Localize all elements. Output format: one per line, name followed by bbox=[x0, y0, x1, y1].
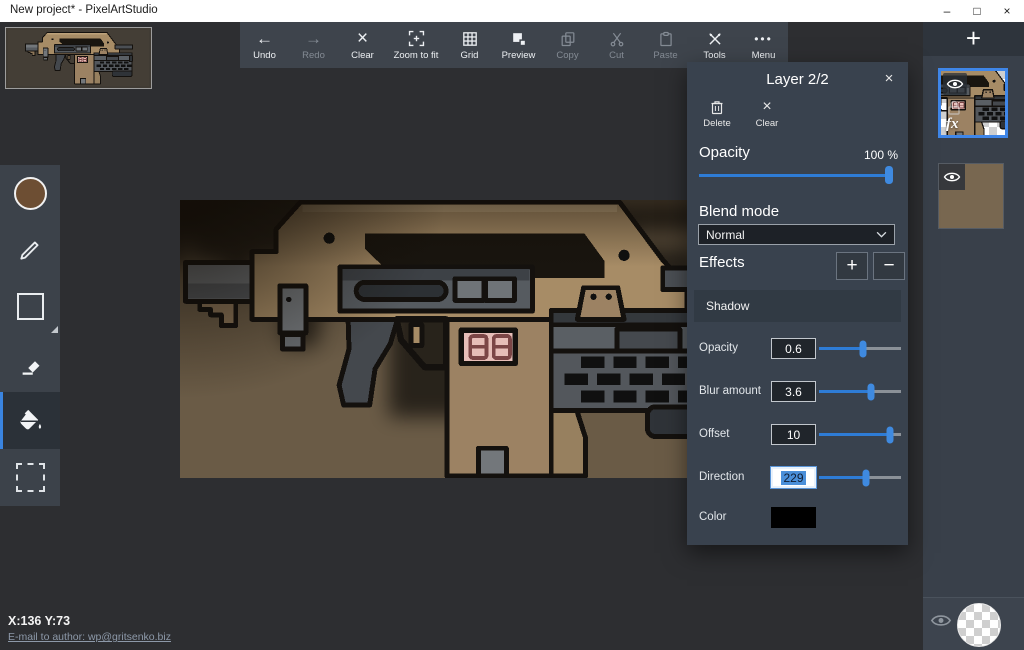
minimize-button[interactable]: – bbox=[932, 0, 962, 22]
tool-palette bbox=[0, 165, 60, 506]
effect-direction-slider[interactable] bbox=[819, 467, 901, 488]
copy-icon bbox=[560, 30, 576, 48]
author-email-link[interactable]: E-mail to author: wp@gritsenko.biz bbox=[8, 631, 171, 643]
remove-effect-button[interactable]: − bbox=[873, 252, 905, 280]
effect-opacity-input[interactable]: 0.6 bbox=[771, 338, 816, 359]
layer-effects-badge[interactable]: fx bbox=[946, 116, 959, 133]
effect-offset-slider[interactable] bbox=[819, 424, 901, 445]
menu-icon: ••• bbox=[754, 30, 773, 48]
current-color-swatch bbox=[14, 177, 47, 210]
close-button[interactable]: × bbox=[992, 0, 1022, 22]
blend-mode-label: Blend mode bbox=[699, 203, 779, 220]
cut-button[interactable]: Cut bbox=[592, 22, 641, 68]
add-layer-button[interactable]: + bbox=[923, 22, 1024, 56]
window-title: New project* - PixelArtStudio bbox=[10, 4, 158, 16]
undo-button[interactable]: ← Undo bbox=[240, 22, 289, 68]
selection-tool[interactable] bbox=[0, 449, 60, 506]
pencil-tool[interactable] bbox=[0, 222, 60, 279]
slider-knob[interactable] bbox=[887, 426, 894, 443]
layer-properties-panel: Layer 2/2 × Delete × Clear Opacity 100 %… bbox=[687, 62, 908, 545]
clear-layer-button[interactable]: × Clear bbox=[745, 99, 789, 129]
effect-direction-label: Direction bbox=[699, 471, 744, 483]
app-window: New project* - PixelArtStudio – □ × ← Un… bbox=[0, 0, 1024, 650]
eraser-tool[interactable] bbox=[0, 335, 60, 392]
copy-button[interactable]: Copy bbox=[543, 22, 592, 68]
effect-color-swatch[interactable] bbox=[771, 507, 816, 528]
rectangle-icon bbox=[17, 293, 44, 320]
layer-thumbnail-background[interactable] bbox=[938, 163, 1004, 229]
effect-blur-slider[interactable] bbox=[819, 381, 901, 402]
preview-icon bbox=[511, 30, 527, 48]
preview-button[interactable]: Preview bbox=[494, 22, 543, 68]
eraser-icon bbox=[17, 350, 44, 377]
effect-offset-label: Offset bbox=[699, 428, 729, 440]
layer-opacity-slider[interactable] bbox=[699, 168, 889, 182]
pencil-icon bbox=[17, 237, 43, 263]
redo-button[interactable]: → Redo bbox=[289, 22, 338, 68]
paste-icon bbox=[658, 30, 674, 48]
redo-icon: → bbox=[305, 30, 322, 48]
zoom-to-fit-button[interactable]: Zoom to fit bbox=[387, 22, 445, 68]
eye-icon bbox=[930, 612, 952, 629]
selected-text: 229 bbox=[781, 471, 805, 485]
selection-marquee-icon bbox=[16, 463, 45, 492]
effects-label: Effects bbox=[699, 254, 745, 271]
fill-tool[interactable] bbox=[0, 392, 60, 449]
layer-opacity-label: Opacity bbox=[699, 144, 750, 161]
blend-mode-value: Normal bbox=[706, 228, 745, 242]
layers-sidebar: + fx bbox=[923, 22, 1024, 650]
panel-close-button[interactable]: × bbox=[879, 69, 899, 89]
grid-icon bbox=[462, 30, 478, 48]
tools-icon bbox=[707, 30, 723, 48]
slider-knob[interactable] bbox=[860, 340, 867, 357]
trash-icon bbox=[709, 99, 725, 115]
fill-bucket-icon bbox=[16, 407, 44, 435]
layer-opacity-value: 100 % bbox=[864, 148, 898, 162]
artwork-preview bbox=[5, 27, 152, 89]
layer-visibility-toggle[interactable] bbox=[943, 73, 967, 95]
chevron-down-icon bbox=[876, 231, 887, 238]
eye-icon bbox=[943, 170, 961, 184]
grid-button[interactable]: Grid bbox=[445, 22, 494, 68]
eye-icon bbox=[946, 77, 964, 91]
clear-layer-icon: × bbox=[762, 99, 771, 115]
cursor-coordinates: X:136 Y:73 bbox=[8, 614, 70, 628]
current-color-tool[interactable] bbox=[0, 165, 60, 222]
slider-knob[interactable] bbox=[867, 383, 874, 400]
effect-color-label: Color bbox=[699, 511, 726, 523]
slider-knob[interactable] bbox=[885, 166, 893, 184]
layer-lock-toggle[interactable] bbox=[945, 99, 963, 117]
layer-panel-title: Layer 2/2 bbox=[687, 71, 908, 88]
title-bar: New project* - PixelArtStudio – □ × bbox=[0, 0, 1024, 22]
clear-icon: × bbox=[357, 30, 368, 48]
artwork-preview-image bbox=[8, 30, 149, 86]
rectangle-tool[interactable] bbox=[0, 279, 60, 336]
slider-knob[interactable] bbox=[862, 469, 869, 486]
paste-button[interactable]: Paste bbox=[641, 22, 690, 68]
lock-icon bbox=[946, 100, 962, 116]
blend-mode-dropdown[interactable]: Normal bbox=[698, 224, 895, 245]
background-layer-section bbox=[923, 597, 1024, 650]
drawing-canvas[interactable] bbox=[180, 200, 687, 478]
pixel-art-rifle bbox=[180, 200, 687, 478]
layer-visibility-toggle[interactable] bbox=[939, 164, 965, 190]
effect-list-item-shadow[interactable]: Shadow bbox=[694, 290, 901, 322]
effect-opacity-label: Opacity bbox=[699, 342, 738, 354]
background-color-thumbnail[interactable] bbox=[957, 603, 1001, 647]
background-visibility-toggle[interactable] bbox=[930, 612, 954, 630]
effect-direction-input[interactable]: 229 bbox=[771, 467, 816, 488]
zoom-to-fit-icon bbox=[408, 30, 425, 48]
flyout-indicator bbox=[51, 326, 58, 333]
clear-button[interactable]: × Clear bbox=[338, 22, 387, 68]
effect-offset-input[interactable]: 10 bbox=[771, 424, 816, 445]
effect-blur-input[interactable]: 3.6 bbox=[771, 381, 816, 402]
undo-icon: ← bbox=[256, 30, 273, 48]
add-effect-button[interactable]: + bbox=[836, 252, 868, 280]
delete-layer-button[interactable]: Delete bbox=[695, 99, 739, 129]
effect-blur-label: Blur amount bbox=[699, 385, 761, 397]
effect-opacity-slider[interactable] bbox=[819, 338, 901, 359]
layer-thumbnail-selected[interactable]: fx bbox=[938, 68, 1008, 138]
maximize-button[interactable]: □ bbox=[962, 0, 992, 22]
cut-icon bbox=[609, 30, 625, 48]
